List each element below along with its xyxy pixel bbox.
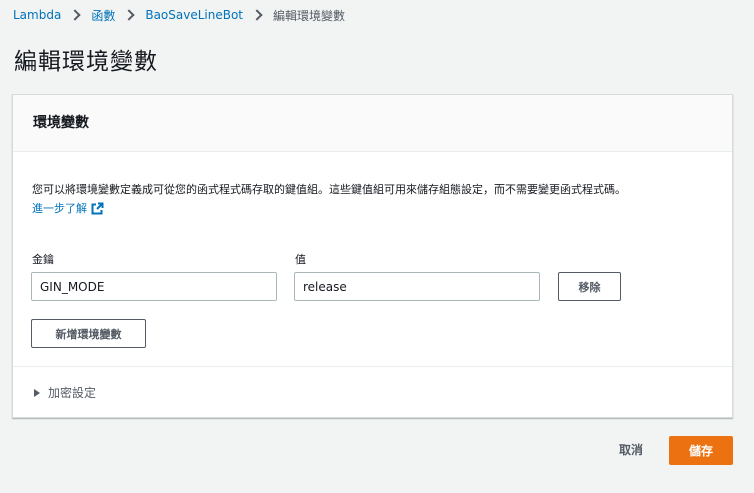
caret-right-icon <box>34 388 40 397</box>
encryption-settings-toggle[interactable]: 加密設定 <box>34 384 96 401</box>
chevron-right-icon <box>123 9 136 21</box>
breadcrumb-function-name[interactable]: BaoSaveLineBot <box>145 8 243 22</box>
panel-description: 您可以將環境變數定義成可從您的函式程式碼存取的鍵值組。這些鍵值組可用來儲存組態設… <box>32 180 722 218</box>
external-link-icon <box>91 202 104 215</box>
chevron-right-icon <box>69 9 81 21</box>
panel-title: 環境變數 <box>13 95 732 152</box>
breadcrumb-functions[interactable]: 函數 <box>91 7 115 24</box>
page-title: 編輯環境變數 <box>14 49 158 75</box>
divider <box>13 366 732 367</box>
environment-variables-panel: 環境變數 您可以將環境變數定義成可從您的函式程式碼存取的鍵值組。這些鍵值組可用來… <box>12 94 733 418</box>
key-input[interactable] <box>31 272 277 301</box>
learn-more-label: 進一步了解 <box>32 202 87 215</box>
key-label: 金鑰 <box>32 253 54 266</box>
save-button[interactable]: 儲存 <box>669 436 733 465</box>
encryption-settings-label: 加密設定 <box>48 386 97 400</box>
learn-more-link[interactable]: 進一步了解 <box>32 199 104 218</box>
remove-button[interactable]: 移除 <box>558 272 621 301</box>
chevron-right-icon <box>251 9 263 21</box>
breadcrumb-current: 編輯環境變數 <box>273 8 346 23</box>
breadcrumb: Lambda 函數 BaoSaveLineBot 編輯環境變數 <box>13 5 345 25</box>
cancel-button[interactable]: 取消 <box>612 437 650 461</box>
add-environment-variable-button[interactable]: 新增環境變數 <box>31 319 146 348</box>
value-input[interactable] <box>294 272 540 301</box>
value-label: 值 <box>295 253 306 266</box>
breadcrumb-lambda[interactable]: Lambda <box>13 8 61 22</box>
description-text: 您可以將環境變數定義成可從您的函式程式碼存取的鍵值組。這些鍵值組可用來儲存組態設… <box>32 183 626 196</box>
